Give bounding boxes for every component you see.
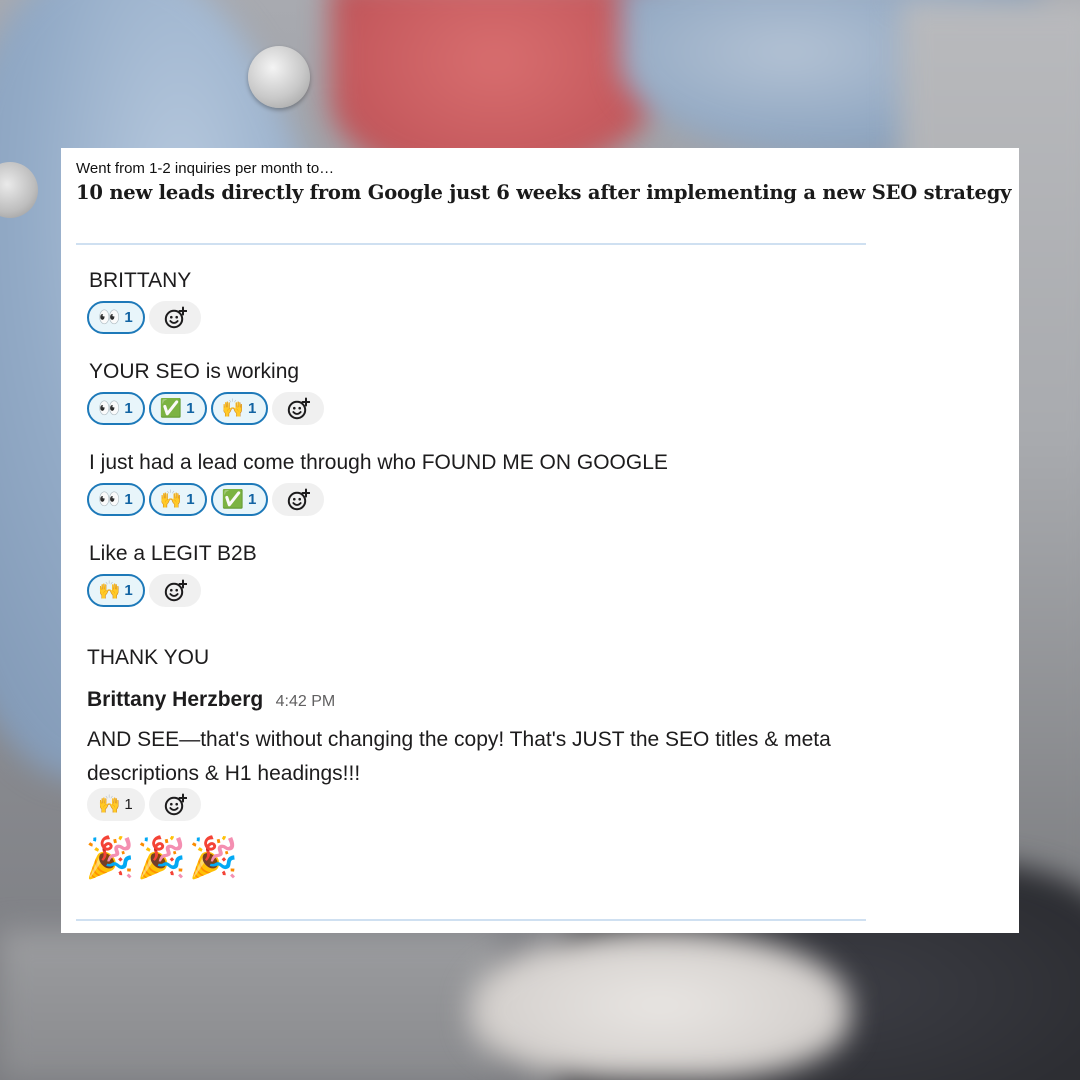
reaction-count: 1 xyxy=(124,400,133,417)
message-timestamp[interactable]: 4:42 PM xyxy=(276,693,336,710)
add-reaction-button[interactable] xyxy=(148,574,201,607)
check-icon: ✅ xyxy=(221,488,244,510)
add-reaction-button[interactable] xyxy=(148,788,201,821)
eyes-icon: 👀 xyxy=(98,397,121,419)
reaction-count: 1 xyxy=(247,400,257,417)
reaction-bar: 🙌 1 xyxy=(87,574,201,611)
add-emoji-icon xyxy=(288,488,311,510)
reaction-bar: 👀 1 ✅ 1 🙌 1 xyxy=(87,392,325,429)
add-emoji-icon xyxy=(164,793,187,815)
message-text: THANK YOU xyxy=(87,646,210,669)
add-reaction-button[interactable] xyxy=(272,483,325,516)
jacket-button xyxy=(248,46,310,108)
divider xyxy=(76,243,866,245)
raised-hands-icon: 🙌 xyxy=(98,793,121,815)
message-text: BRITTANY xyxy=(89,269,192,292)
message-text: YOUR SEO is working xyxy=(89,360,300,383)
message-text: Like a LEGIT B2B xyxy=(89,542,257,565)
reaction-check[interactable]: ✅ 1 xyxy=(210,483,269,516)
sneaker xyxy=(470,930,850,1080)
reaction-count: 1 xyxy=(124,796,133,813)
reaction-count: 1 xyxy=(124,582,133,599)
reaction-raised-hands[interactable]: 🙌 1 xyxy=(87,788,145,821)
reaction-bar: 👀 1 xyxy=(87,301,201,338)
testimonial-card: Went from 1-2 inquiries per month to… 10… xyxy=(61,148,1019,933)
reaction-count: 1 xyxy=(186,491,195,508)
add-reaction-button[interactable] xyxy=(148,301,201,334)
author-name[interactable]: Brittany Herzberg xyxy=(87,688,263,711)
add-emoji-icon xyxy=(288,397,311,419)
reaction-bar: 🙌 1 xyxy=(87,788,201,825)
eyes-icon: 👀 xyxy=(98,306,121,328)
check-icon: ✅ xyxy=(159,397,183,419)
reaction-eyes[interactable]: 👀 1 xyxy=(87,483,145,516)
party-popper-icon: 🎉 xyxy=(188,835,239,881)
reaction-raised-hands[interactable]: 🙌 1 xyxy=(148,483,207,516)
message-text: I just had a lead come through who FOUND… xyxy=(89,451,668,474)
party-popper-icon: 🎉 xyxy=(136,835,187,881)
card-subtitle: Went from 1-2 inquiries per month to… xyxy=(76,160,335,177)
raised-hands-icon: 🙌 xyxy=(98,579,121,601)
reaction-eyes[interactable]: 👀 1 xyxy=(87,301,145,334)
card-headline: 10 new leads directly from Google just 6… xyxy=(76,181,1012,204)
reaction-count: 1 xyxy=(247,491,257,508)
reaction-raised-hands[interactable]: 🙌 1 xyxy=(210,392,269,425)
divider xyxy=(76,919,866,921)
add-reaction-button[interactable] xyxy=(272,392,325,425)
party-popper-icon: 🎉 xyxy=(85,835,135,881)
message-header: Brittany Herzberg 4:42 PM xyxy=(87,688,335,712)
reaction-count: 1 xyxy=(186,400,195,417)
reaction-count: 1 xyxy=(124,309,133,326)
party-emoji-row: 🎉 🎉 🎉 xyxy=(85,838,238,878)
floor xyxy=(0,930,500,1080)
eyes-icon: 👀 xyxy=(98,488,121,510)
reaction-raised-hands[interactable]: 🙌 1 xyxy=(87,574,145,607)
add-emoji-icon xyxy=(164,579,187,601)
raised-hands-icon: 🙌 xyxy=(159,488,183,510)
add-emoji-icon xyxy=(164,306,187,328)
reaction-eyes[interactable]: 👀 1 xyxy=(87,392,145,425)
reaction-bar: 👀 1 🙌 1 ✅ 1 xyxy=(87,483,325,520)
reaction-count: 1 xyxy=(124,491,133,508)
reaction-check[interactable]: ✅ 1 xyxy=(148,392,207,425)
raised-hands-icon: 🙌 xyxy=(221,397,244,419)
message-text: AND SEE—that's without changing the copy… xyxy=(87,728,831,785)
